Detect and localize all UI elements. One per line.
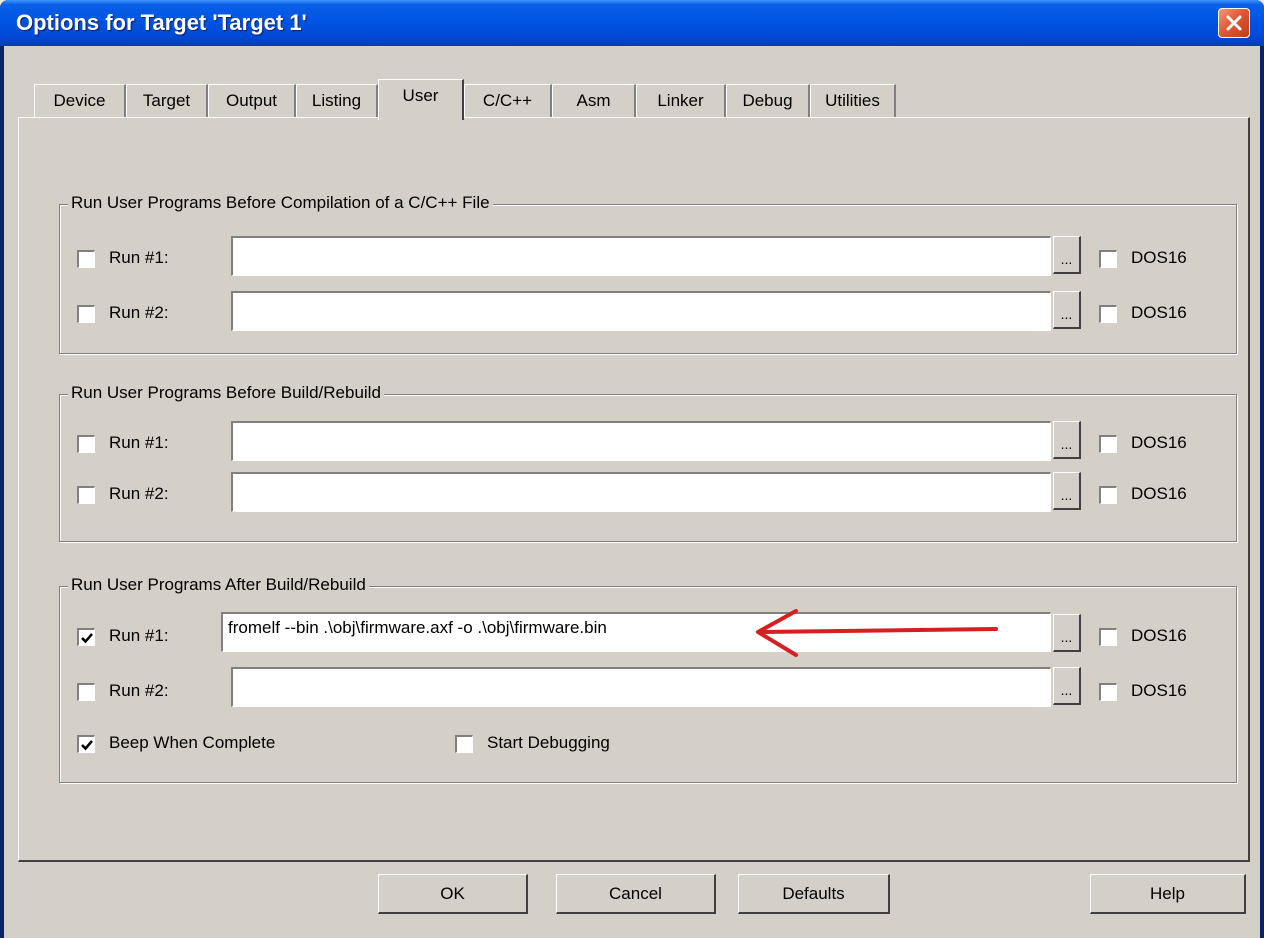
group-title: Run User Programs After Build/Rebuild bbox=[68, 575, 369, 595]
checkmark-icon bbox=[81, 633, 93, 644]
run1-label: Run #1: bbox=[109, 626, 169, 645]
run1-browse-button[interactable]: ... bbox=[1053, 614, 1081, 652]
dos16-label: DOS16 bbox=[1131, 626, 1187, 645]
run2-label: Run #2: bbox=[109, 484, 169, 503]
group-title: Run User Programs Before Build/Rebuild bbox=[68, 383, 384, 403]
run2-dos16-checkbox[interactable] bbox=[1099, 486, 1117, 504]
tab-page-user: Run User Programs Before Compilation of … bbox=[18, 117, 1250, 862]
group-before-build: Run User Programs Before Build/Rebuild bbox=[59, 383, 1237, 542]
run2-checkbox[interactable] bbox=[77, 683, 95, 701]
run2-command-field[interactable] bbox=[231, 472, 1051, 512]
run2-dos16-checkbox[interactable] bbox=[1099, 305, 1117, 323]
run1-browse-button[interactable]: ... bbox=[1053, 236, 1081, 274]
run2-label: Run #2: bbox=[109, 681, 169, 700]
run1-command-field[interactable] bbox=[231, 421, 1051, 461]
cancel-button[interactable]: Cancel bbox=[556, 874, 716, 914]
run1-dos16-checkbox[interactable] bbox=[1099, 435, 1117, 453]
run2-label: Run #2: bbox=[109, 303, 169, 322]
group-before-compile: Run User Programs Before Compilation of … bbox=[59, 193, 1237, 354]
tab-utilities[interactable]: Utilities bbox=[810, 84, 896, 118]
dos16-label: DOS16 bbox=[1131, 681, 1187, 700]
checkmark-icon bbox=[81, 740, 93, 751]
dialog-client: Device Target Output Listing User C/C++ … bbox=[4, 46, 1260, 938]
tab-debug[interactable]: Debug bbox=[726, 84, 810, 118]
close-icon bbox=[1226, 15, 1242, 31]
run1-checkbox[interactable] bbox=[77, 628, 95, 646]
run1-dos16-checkbox[interactable] bbox=[1099, 250, 1117, 268]
help-button[interactable]: Help bbox=[1090, 874, 1246, 914]
beep-when-complete-label: Beep When Complete bbox=[109, 733, 276, 752]
run1-label: Run #1: bbox=[109, 248, 169, 267]
tab-device[interactable]: Device bbox=[34, 84, 126, 118]
run2-dos16-checkbox[interactable] bbox=[1099, 683, 1117, 701]
start-debugging-checkbox[interactable] bbox=[455, 735, 473, 753]
tab-asm[interactable]: Asm bbox=[552, 84, 636, 118]
tab-output[interactable]: Output bbox=[208, 84, 296, 118]
dos16-label: DOS16 bbox=[1131, 248, 1187, 267]
start-debugging-label: Start Debugging bbox=[487, 733, 610, 752]
window-title: Options for Target 'Target 1' bbox=[16, 10, 307, 35]
run2-browse-button[interactable]: ... bbox=[1053, 472, 1081, 510]
tab-user[interactable]: User bbox=[378, 79, 464, 120]
run2-command-field[interactable] bbox=[231, 291, 1051, 331]
annotation-arrow bbox=[756, 609, 998, 657]
group-title: Run User Programs Before Compilation of … bbox=[68, 193, 493, 213]
dos16-label: DOS16 bbox=[1131, 303, 1187, 322]
beep-when-complete-checkbox[interactable] bbox=[77, 735, 95, 753]
options-dialog: Options for Target 'Target 1' Device Tar… bbox=[0, 0, 1264, 938]
tab-strip: Device Target Output Listing User C/C++ … bbox=[4, 46, 1260, 120]
run2-browse-button[interactable]: ... bbox=[1053, 667, 1081, 705]
tab-c-cpp[interactable]: C/C++ bbox=[464, 84, 552, 118]
run2-checkbox[interactable] bbox=[77, 305, 95, 323]
tab-target[interactable]: Target bbox=[126, 84, 208, 118]
run1-checkbox[interactable] bbox=[77, 435, 95, 453]
run2-command-field[interactable] bbox=[231, 667, 1051, 707]
tab-listing[interactable]: Listing bbox=[296, 84, 378, 118]
close-button[interactable] bbox=[1218, 8, 1250, 38]
tab-linker[interactable]: Linker bbox=[636, 84, 726, 118]
run2-browse-button[interactable]: ... bbox=[1053, 291, 1081, 329]
run1-dos16-checkbox[interactable] bbox=[1099, 628, 1117, 646]
dos16-label: DOS16 bbox=[1131, 484, 1187, 503]
ok-button[interactable]: OK bbox=[378, 874, 528, 914]
run2-checkbox[interactable] bbox=[77, 486, 95, 504]
run1-checkbox[interactable] bbox=[77, 250, 95, 268]
run1-command-field[interactable] bbox=[231, 236, 1051, 276]
title-bar[interactable]: Options for Target 'Target 1' bbox=[0, 0, 1264, 46]
run1-label: Run #1: bbox=[109, 433, 169, 452]
dos16-label: DOS16 bbox=[1131, 433, 1187, 452]
run1-browse-button[interactable]: ... bbox=[1053, 421, 1081, 459]
defaults-button[interactable]: Defaults bbox=[738, 874, 890, 914]
